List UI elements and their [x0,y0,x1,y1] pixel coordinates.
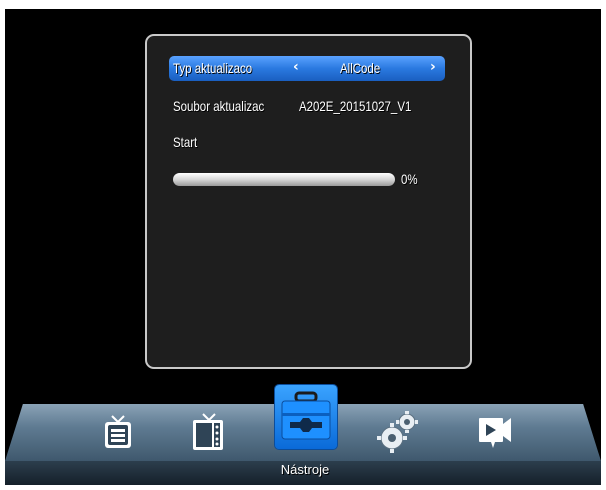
update-progress-bar [173,173,395,186]
active-menu-label: Nástroje [280,462,330,477]
menu-item-media[interactable] [468,405,522,459]
update-type-value[interactable]: AllCode [340,60,380,76]
update-file-label: Soubor aktualizac [173,98,265,114]
software-update-dialog: Typ aktualizaco ‹ AllCode › Soubor aktua… [145,34,472,369]
menu-item-tools[interactable] [275,385,337,449]
start-button[interactable]: Start [173,134,197,150]
left-arrow-icon[interactable]: ‹ [293,59,299,75]
tv-screen: Typ aktualizaco ‹ AllCode › Soubor aktua… [5,9,601,485]
gears-icon [377,411,418,453]
right-arrow-icon[interactable]: › [430,59,436,75]
update-type-label: Typ aktualizaco [173,60,253,76]
update-file-value[interactable]: A202E_20151027_V1 [299,98,411,114]
menu-item-tv-remote[interactable] [180,405,234,459]
menu-item-tv-list[interactable] [91,405,145,459]
tv-remote-icon [193,413,223,450]
progress-percent: 0% [401,171,418,187]
menu-item-settings[interactable] [371,405,425,459]
toolbox-icon [281,391,331,440]
tv-list-icon [105,415,131,448]
media-play-icon [479,418,511,448]
